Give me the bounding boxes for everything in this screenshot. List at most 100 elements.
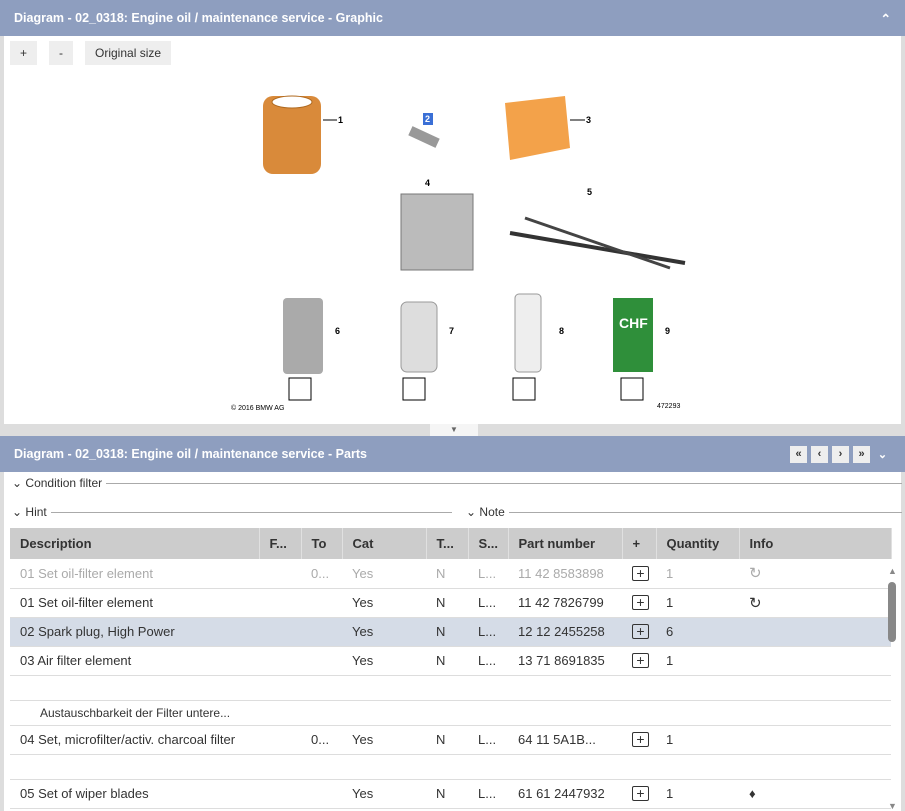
callout-3[interactable]: 3	[586, 115, 591, 125]
add-to-cart-icon[interactable]: +	[632, 653, 649, 668]
scrollbar-thumb[interactable]	[888, 582, 896, 642]
table-row[interactable]: 01 Set oil-filter element Yes N L... 11 4…	[10, 588, 891, 618]
panel-splitter[interactable]: ▼	[0, 424, 905, 436]
to-cell: 0...	[301, 725, 342, 755]
quantity-cell: 1	[656, 646, 739, 676]
table-row[interactable]: 03 Air filter element Yes N L... 13 71 86…	[10, 646, 891, 676]
scrollbar[interactable]: ▲ ▼	[885, 558, 901, 811]
spark-plug-image	[408, 126, 440, 148]
zoom-out-button[interactable]: -	[49, 41, 74, 65]
part-number-cell: 61 61 2447932	[508, 779, 622, 809]
chf-label: CHF	[619, 315, 648, 331]
to-cell	[301, 779, 342, 809]
description-cell: 05 Set of wiper blades	[10, 779, 259, 809]
info-cell	[739, 617, 891, 647]
zoom-in-button[interactable]: +	[10, 41, 38, 65]
oil-can-image	[283, 298, 323, 374]
callout-6[interactable]: 6	[335, 326, 340, 336]
coolant-icon	[402, 377, 426, 401]
callout-4[interactable]: 4	[425, 178, 430, 188]
column-header[interactable]: Cat	[342, 528, 427, 559]
callout-9[interactable]: 9	[665, 326, 670, 336]
f-cell	[259, 617, 301, 647]
part-number-cell: 11 42 8583898	[508, 559, 622, 589]
description-cell: 02 Spark plug, High Power	[10, 617, 259, 647]
cat-cell: Yes	[342, 559, 426, 589]
note-label: Note	[479, 505, 505, 519]
f-cell	[259, 588, 301, 618]
wiper-blades-image	[509, 216, 686, 270]
recycle-icon[interactable]: ↻	[749, 565, 762, 582]
cat-cell: Yes	[342, 617, 426, 647]
callout-2[interactable]: 2	[425, 114, 430, 124]
callout-7[interactable]: 7	[449, 326, 454, 336]
graphic-panel-header: Diagram - 02_0318: Engine oil / maintena…	[0, 0, 905, 36]
s-cell: L...	[468, 588, 508, 618]
image-id: 472293	[657, 403, 680, 410]
original-size-button[interactable]: Original size	[85, 41, 172, 65]
column-header[interactable]: Info	[739, 528, 892, 559]
oil-filter-image	[263, 95, 321, 174]
callout-1[interactable]: 1	[338, 115, 343, 125]
table-header: Description F... To Cat T... S... Part number +…	[10, 528, 892, 559]
add-cell: +	[622, 588, 656, 618]
scroll-down-icon[interactable]: ▼	[888, 801, 897, 811]
first-icon[interactable]: «	[790, 445, 807, 463]
add-to-cart-icon[interactable]: +	[632, 624, 649, 639]
t-cell: N	[426, 588, 468, 618]
parts-diagram[interactable]: 1 2 3 4 5 6 7 8 CHF 9 © 2016 BMW AG 4722…	[225, 88, 695, 416]
brake-icon	[288, 377, 312, 401]
column-header[interactable]: To	[301, 528, 343, 559]
add-to-cart-icon[interactable]: +	[632, 565, 649, 581]
column-header[interactable]: Part number	[508, 528, 623, 559]
description-cell: 01 Set oil-filter element	[10, 559, 259, 589]
scroll-up-icon[interactable]: ▲	[888, 566, 897, 576]
description-cell: 04 Set, microfilter/activ. charcoal filt…	[10, 725, 259, 755]
column-header[interactable]: Quantity	[656, 528, 740, 559]
column-header[interactable]: T...	[426, 528, 469, 559]
expand-icon[interactable]: ⌄	[874, 446, 891, 463]
s-cell: L...	[468, 646, 508, 676]
next-icon[interactable]: ›	[832, 445, 849, 463]
recycle-icon[interactable]: ↻	[749, 595, 762, 612]
table-row[interactable]: 01 Set oil-filter element 0... Yes N L... …	[10, 559, 891, 589]
add-cell: +	[622, 779, 656, 809]
column-header[interactable]: S...	[468, 528, 509, 559]
column-header[interactable]: Description	[10, 528, 260, 559]
collapse-icon[interactable]: ⌃	[881, 11, 891, 26]
coolant-bottle-image	[400, 301, 438, 373]
table-row[interactable]: 02 Spark plug, High Power Yes N L... 12 1…	[10, 617, 891, 647]
callout-8[interactable]: 8	[559, 326, 564, 336]
splitter-down-icon[interactable]: ▼	[430, 424, 478, 436]
column-header[interactable]: +	[622, 528, 657, 559]
add-to-cart-icon[interactable]: +	[632, 786, 649, 801]
callout-5[interactable]: 5	[587, 187, 592, 197]
to-cell	[301, 588, 342, 618]
add-to-cart-icon[interactable]: +	[632, 595, 649, 610]
table-row[interactable]: 04 Set, microfilter/activ. charcoal filt…	[10, 725, 891, 755]
f-cell	[259, 559, 301, 589]
part-number-cell: 12 12 2455258	[508, 617, 622, 647]
cat-cell: Yes	[342, 646, 426, 676]
chevron-down-icon: ⌄	[466, 505, 477, 519]
info-cell	[739, 725, 891, 755]
condition-filter[interactable]: ⌄ Condition filter	[12, 476, 902, 490]
add-to-cart-icon[interactable]: +	[632, 732, 649, 747]
hint-section[interactable]: ⌄ Hint	[12, 505, 452, 519]
copyright: © 2016 BMW AG	[231, 404, 284, 412]
column-header[interactable]: F...	[259, 528, 302, 559]
cat-cell: Yes	[342, 588, 426, 618]
last-icon[interactable]: »	[853, 445, 870, 463]
s-cell: L...	[468, 559, 508, 589]
part-number-cell: 64 11 5A1B...	[508, 725, 622, 755]
quantity-cell: 1	[656, 779, 739, 809]
s-cell: L...	[468, 779, 508, 809]
chevron-down-icon: ⌄	[12, 476, 23, 490]
add-cell: +	[622, 725, 656, 755]
table-row[interactable]: 05 Set of wiper blades Yes N L... 61 61 2…	[10, 779, 891, 809]
grapes-icon[interactable]: ♦	[749, 786, 756, 801]
previous-icon[interactable]: ‹	[811, 445, 828, 463]
steering-icon	[620, 377, 644, 401]
parts-panel-title: Diagram - 02_0318: Engine oil / maintena…	[14, 447, 367, 461]
note-section[interactable]: ⌄ Note	[466, 505, 902, 519]
